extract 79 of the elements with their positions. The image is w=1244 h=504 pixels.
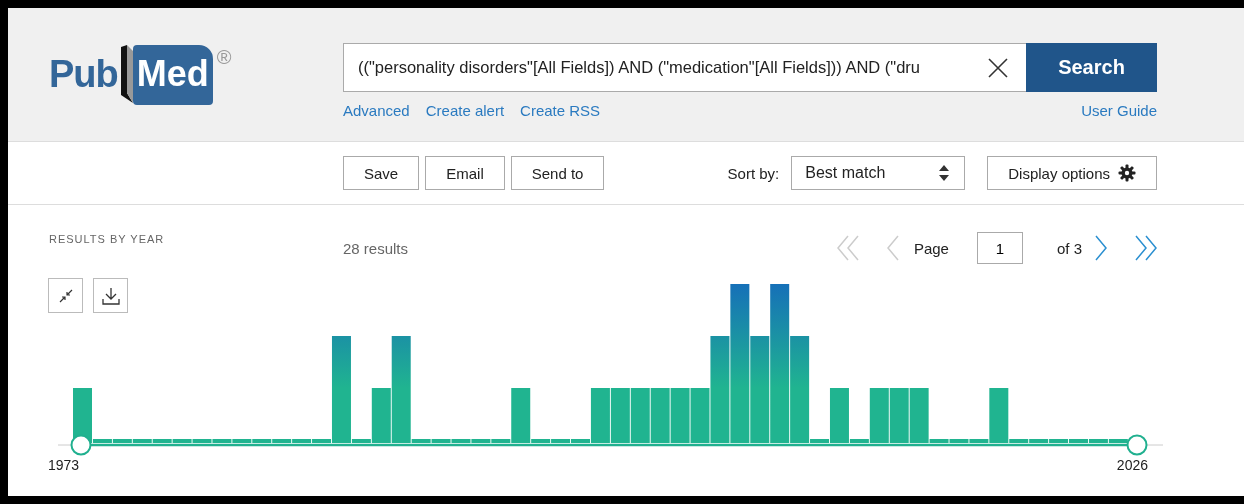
histogram-bar[interactable] xyxy=(710,336,730,443)
range-handle[interactable] xyxy=(1126,434,1148,456)
search-link[interactable]: Create alert xyxy=(425,102,505,119)
search-link[interactable]: Create RSS xyxy=(520,102,601,119)
page-label: Page xyxy=(913,239,949,257)
timeline-title: RESULTS BY YEAR xyxy=(49,233,166,245)
gear-icon xyxy=(1118,164,1136,182)
histogram-bar[interactable] xyxy=(730,284,750,443)
collapse-button[interactable] xyxy=(48,278,83,313)
histogram-bar[interactable] xyxy=(152,439,172,443)
histogram-bar[interactable] xyxy=(391,336,411,443)
histogram-bar[interactable] xyxy=(511,388,531,443)
histogram-bar[interactable] xyxy=(969,439,989,443)
sort-arrows-icon xyxy=(938,164,951,182)
pubmed-logo[interactable]: Pub Med ® xyxy=(49,8,343,141)
histogram-bar[interactable] xyxy=(312,439,332,443)
histogram-bar[interactable] xyxy=(232,439,252,443)
histogram-bar[interactable] xyxy=(670,388,690,443)
histogram-bar[interactable] xyxy=(252,439,272,443)
histogram-bar[interactable] xyxy=(531,439,551,443)
histogram-bar[interactable] xyxy=(929,439,949,443)
histogram-bar[interactable] xyxy=(272,439,292,443)
histogram-bar[interactable] xyxy=(411,439,431,443)
histogram-bar[interactable] xyxy=(331,336,351,443)
histogram-bar[interactable] xyxy=(551,439,571,443)
sort-select[interactable]: Best match xyxy=(791,156,966,190)
histogram-bar[interactable] xyxy=(92,439,112,443)
action-button[interactable]: Email xyxy=(425,156,505,190)
histogram-bar[interactable] xyxy=(491,439,511,443)
histogram-bar[interactable] xyxy=(212,439,232,443)
page-total: of 3 xyxy=(1056,239,1082,257)
histogram-bar[interactable] xyxy=(610,388,630,443)
histogram-bar[interactable] xyxy=(1049,439,1069,443)
search-field[interactable]: (("personality disorders"[All Fields]) AND ("medication"[All Fields])) AND ("dru xyxy=(343,43,1026,92)
download-icon xyxy=(101,286,120,305)
histogram-bar[interactable] xyxy=(849,439,869,443)
range-handle[interactable] xyxy=(70,434,92,456)
action-button[interactable]: Save xyxy=(343,156,420,190)
page-number-field[interactable]: 1 xyxy=(976,232,1023,264)
next-page-icon[interactable] xyxy=(1094,235,1108,261)
histogram-bar[interactable] xyxy=(829,388,849,443)
histogram-bar[interactable] xyxy=(590,388,610,443)
display-options-button[interactable]: Display options xyxy=(987,156,1157,190)
histogram-bar[interactable] xyxy=(630,388,650,443)
histogram-bar[interactable] xyxy=(909,388,929,443)
search-button[interactable]: Search xyxy=(1026,43,1157,92)
histogram-bar[interactable] xyxy=(750,336,770,443)
results-count: 28 results xyxy=(343,239,410,257)
histogram-bar[interactable] xyxy=(889,388,909,443)
histogram-bar[interactable] xyxy=(869,388,889,443)
sort-label: Sort by: xyxy=(727,164,780,182)
action-button[interactable]: Send to xyxy=(510,156,605,190)
histogram-bar[interactable] xyxy=(371,388,391,443)
histogram-bar[interactable] xyxy=(770,284,790,443)
histogram-bar[interactable] xyxy=(172,439,192,443)
user-guide-link[interactable]: User Guide xyxy=(1081,102,1157,119)
histogram-bar[interactable] xyxy=(112,439,132,443)
previous-page-icon[interactable] xyxy=(885,235,900,261)
start-year-label: 1973 xyxy=(48,457,80,473)
histogram-bar[interactable] xyxy=(1009,439,1029,443)
histogram-bar[interactable] xyxy=(1029,439,1049,443)
histogram-bar[interactable] xyxy=(989,388,1009,443)
download-button[interactable] xyxy=(93,278,128,313)
histogram-bar[interactable] xyxy=(351,439,371,443)
histogram-bar[interactable] xyxy=(1088,439,1108,443)
histogram-bar[interactable] xyxy=(790,336,810,443)
last-page-icon[interactable] xyxy=(1134,235,1158,261)
histogram-bar[interactable] xyxy=(431,439,451,443)
histogram-bar[interactable] xyxy=(132,439,152,443)
collapse-icon xyxy=(57,287,74,304)
end-year-label: 2026 xyxy=(1116,457,1148,473)
histogram-bar[interactable] xyxy=(1108,439,1128,443)
search-link[interactable]: Advanced xyxy=(343,102,410,119)
histogram-bar[interactable] xyxy=(471,439,491,443)
close-icon[interactable] xyxy=(988,57,1008,78)
histogram-bar[interactable] xyxy=(650,388,670,443)
histogram-bar[interactable] xyxy=(292,439,312,443)
first-page-icon[interactable] xyxy=(835,235,860,261)
histogram-bar[interactable] xyxy=(810,439,830,443)
